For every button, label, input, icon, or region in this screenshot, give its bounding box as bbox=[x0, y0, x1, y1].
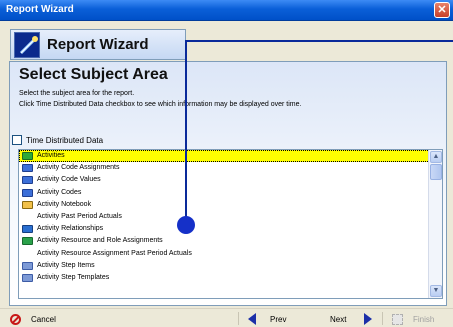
cancel-button[interactable]: Cancel bbox=[10, 311, 56, 327]
finish-label: Finish bbox=[413, 314, 435, 324]
time-distributed-label: Time Distributed Data bbox=[26, 135, 104, 145]
scrollbar-thumb[interactable] bbox=[430, 164, 442, 180]
instruction-text-1: Select the subject area for the report. bbox=[19, 90, 135, 97]
list-item[interactable]: Activity Code Assignments bbox=[19, 162, 442, 174]
cancel-label: Cancel bbox=[31, 314, 56, 324]
close-button[interactable]: ✕ bbox=[434, 2, 450, 18]
list-item[interactable]: Activity Resource and Role Assignments bbox=[19, 235, 442, 247]
callout-marker bbox=[177, 216, 195, 234]
prev-arrow-icon bbox=[248, 313, 256, 325]
list-item[interactable]: Activity Past Period Actuals bbox=[19, 211, 442, 223]
footer-separator bbox=[238, 312, 239, 325]
list-item[interactable]: Activity Step Items bbox=[19, 260, 442, 272]
footer-separator bbox=[382, 312, 383, 325]
prev-label: Prev bbox=[270, 314, 287, 324]
list-item[interactable]: Activity Notebook bbox=[19, 199, 442, 211]
activity-code-icon bbox=[22, 176, 33, 185]
list-item-label: Activity Step Items bbox=[37, 261, 95, 269]
list-item-label: Activity Codes bbox=[37, 188, 82, 196]
time-distributed-checkbox[interactable]: Time Distributed Data bbox=[12, 135, 103, 145]
finish-button[interactable]: Finish bbox=[392, 311, 434, 327]
next-label: Next bbox=[330, 314, 347, 324]
window-title: Report Wizard bbox=[6, 4, 74, 15]
wizard-footer: Cancel Prev Next Finish bbox=[0, 308, 453, 327]
activity-code-icon bbox=[22, 188, 33, 197]
instruction-text-2: Click Time Distributed Data checkbox to … bbox=[19, 101, 302, 108]
prev-button[interactable]: Prev bbox=[248, 311, 286, 327]
list-item-label: Activity Resource and Role Assignments bbox=[37, 237, 163, 245]
list-item-label: Activity Step Templates bbox=[37, 273, 110, 281]
list-item[interactable]: Activity Resource Assignment Past Period… bbox=[19, 248, 442, 260]
list-item-label: Activity Notebook bbox=[37, 200, 92, 208]
title-bar: Report Wizard ✕ bbox=[0, 0, 453, 21]
step-icon bbox=[22, 273, 33, 282]
list-item-label: Activity Code Values bbox=[37, 176, 101, 184]
list-item[interactable]: Activity Step Templates bbox=[19, 272, 442, 284]
page-heading: Select Subject Area bbox=[19, 66, 168, 83]
notebook-icon bbox=[22, 200, 33, 209]
list-item-label: Activity Relationships bbox=[37, 225, 104, 233]
relationship-icon bbox=[22, 225, 33, 234]
list-item-label: Activity Past Period Actuals bbox=[37, 212, 122, 220]
checkbox-box[interactable] bbox=[12, 135, 22, 145]
callout-line-horizontal bbox=[186, 40, 453, 42]
scroll-down-arrow-icon[interactable]: ▼ bbox=[430, 285, 442, 297]
list-item[interactable]: Activities bbox=[19, 150, 442, 163]
activity-icon bbox=[22, 152, 33, 160]
list-item[interactable]: Activity Relationships bbox=[19, 223, 442, 235]
scroll-up-arrow-icon[interactable]: ▲ bbox=[430, 151, 442, 163]
next-arrow-icon bbox=[364, 313, 373, 325]
callout-line-vertical bbox=[185, 40, 187, 222]
list-item-label: Activity Code Assignments bbox=[37, 164, 120, 172]
subject-area-list[interactable]: Activities Activity Code Assignments Activ… bbox=[18, 149, 443, 299]
magic-wand-icon bbox=[14, 32, 40, 58]
step-icon bbox=[22, 261, 33, 270]
activity-code-icon bbox=[22, 164, 33, 173]
finish-icon bbox=[392, 313, 403, 325]
resource-icon bbox=[22, 237, 33, 246]
next-button[interactable]: Next bbox=[330, 311, 373, 327]
list-item-label: Activities bbox=[37, 152, 65, 159]
stop-icon bbox=[10, 313, 21, 325]
vertical-scrollbar[interactable]: ▲ ▼ bbox=[428, 150, 442, 298]
wizard-header: Report Wizard bbox=[10, 29, 186, 60]
list-item[interactable]: Activity Code Values bbox=[19, 174, 442, 186]
list-item-label: Activity Resource Assignment Past Period… bbox=[37, 249, 192, 257]
wizard-title: Report Wizard bbox=[47, 36, 149, 53]
list-item[interactable]: Activity Codes bbox=[19, 187, 442, 199]
